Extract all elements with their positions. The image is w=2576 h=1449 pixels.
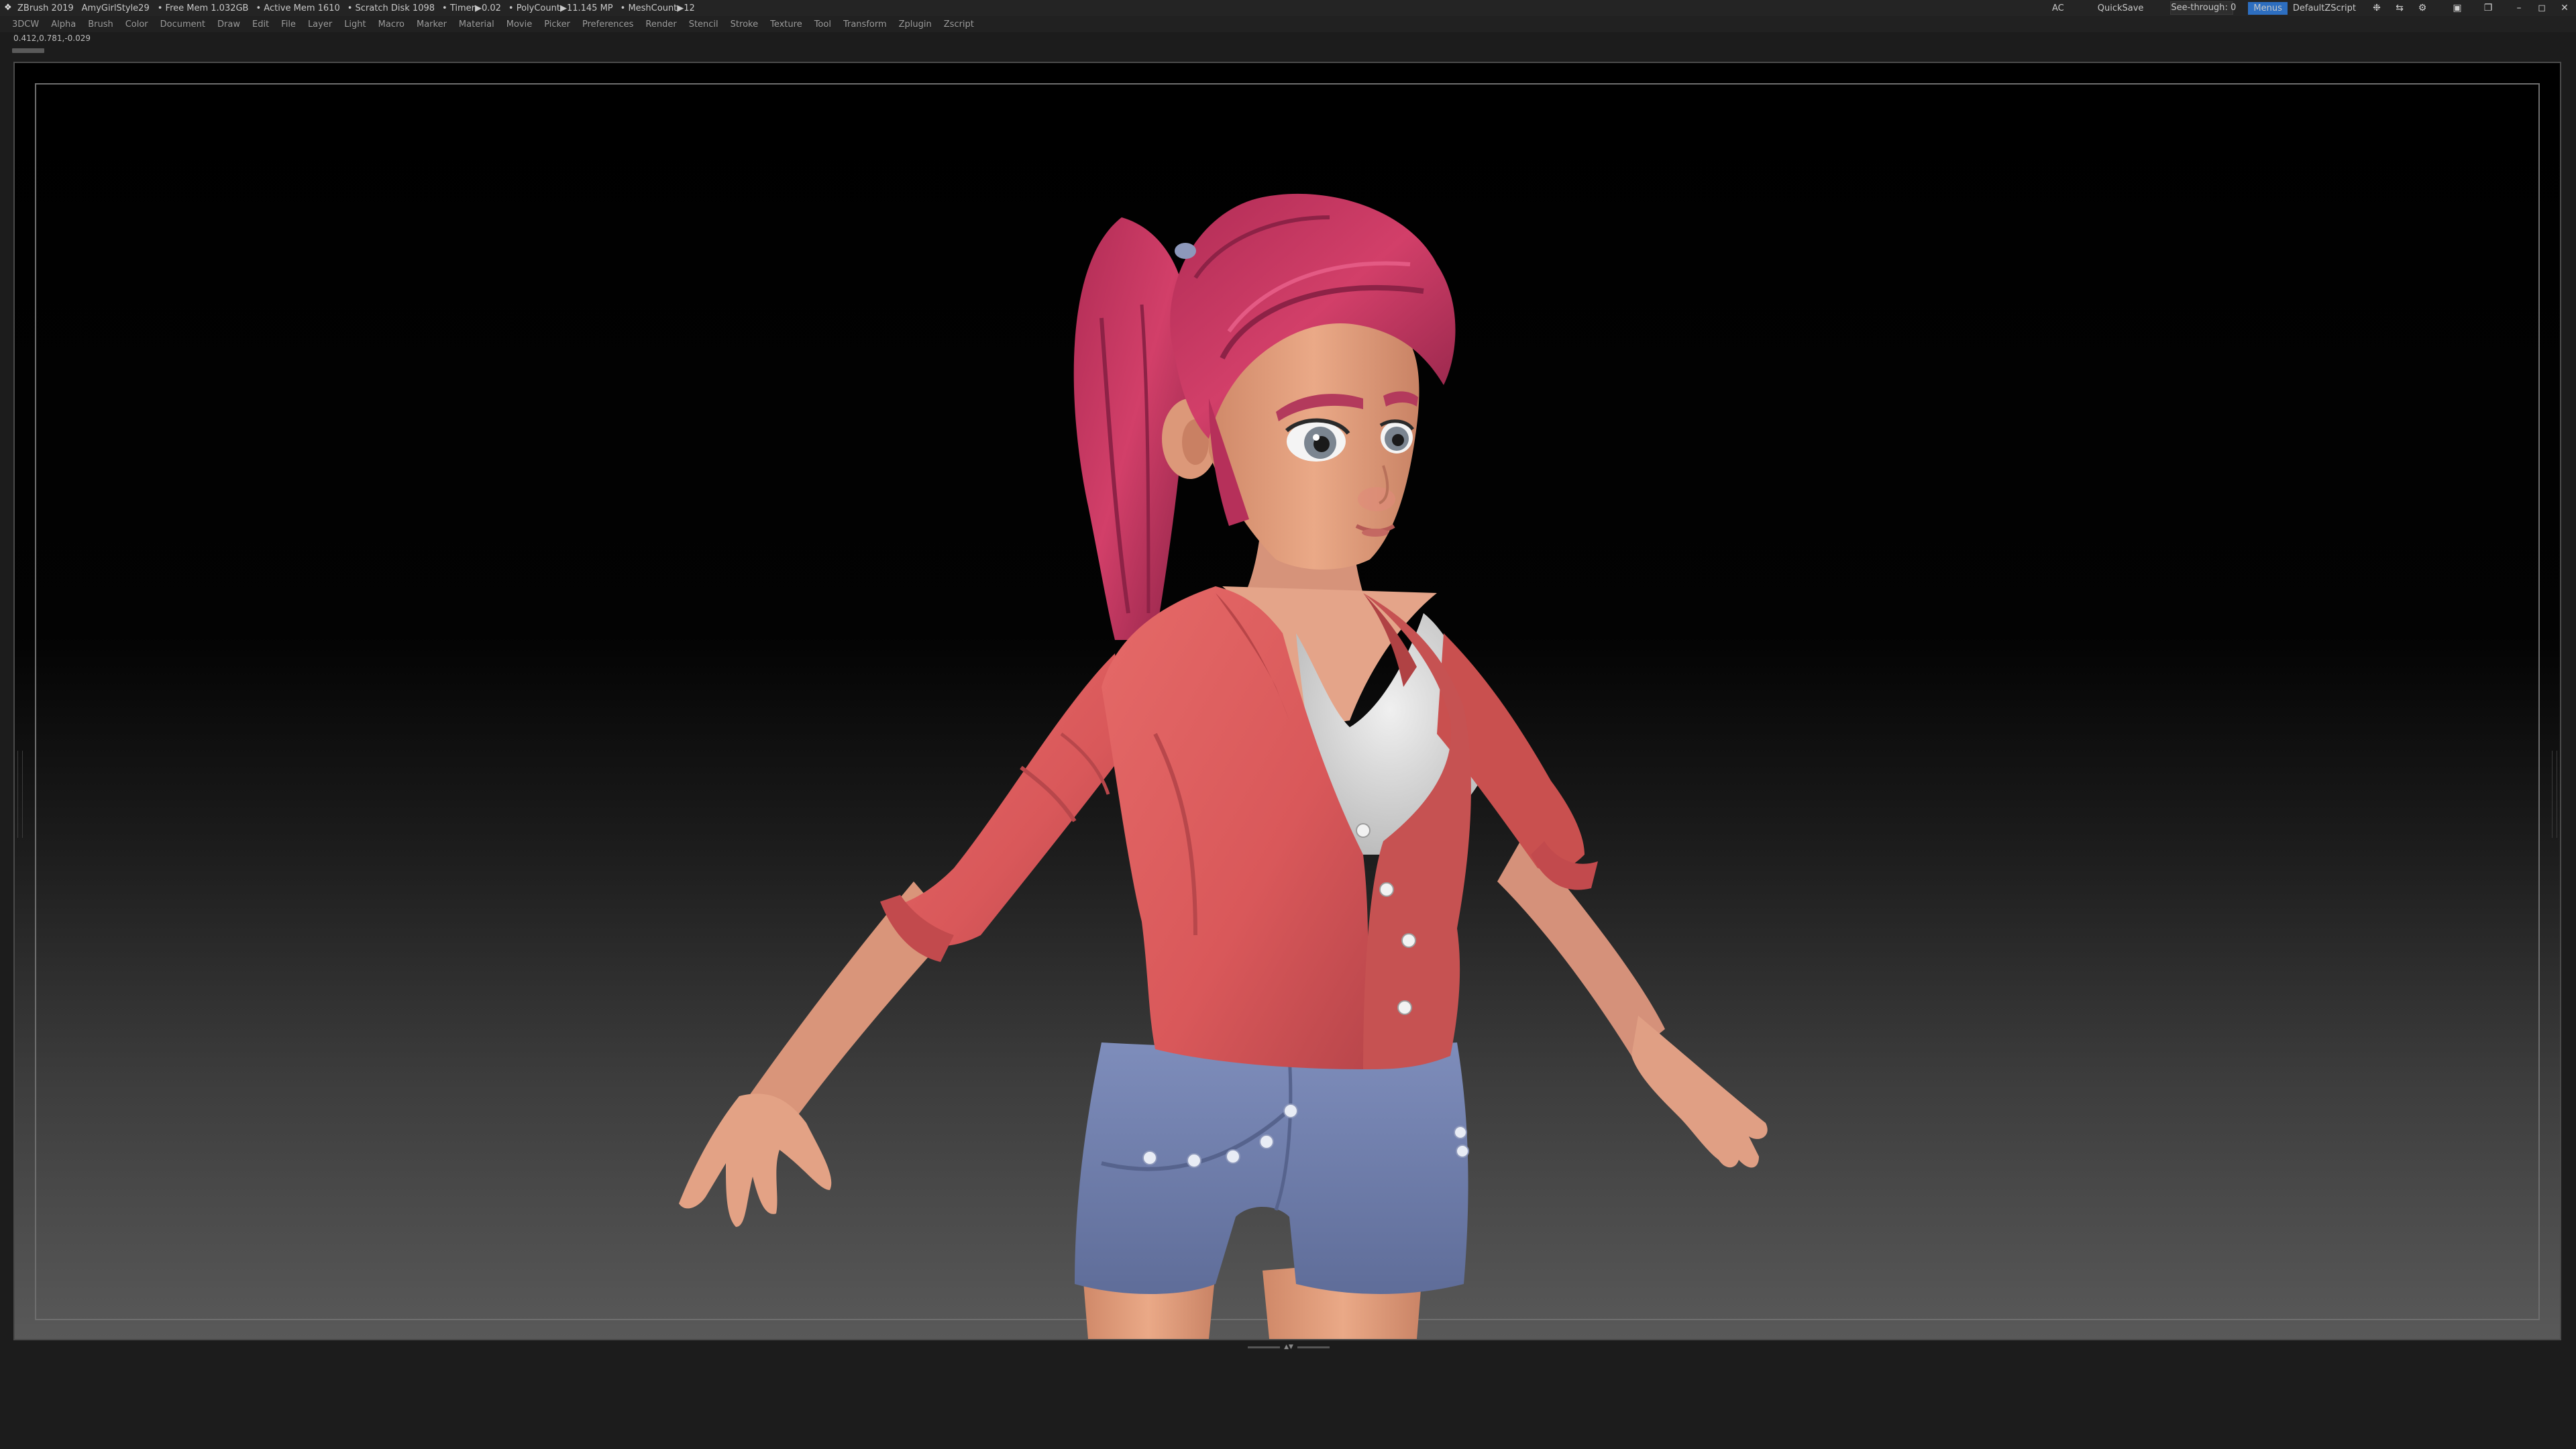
menu-stencil[interactable]: Stencil xyxy=(683,19,724,30)
menu-transform[interactable]: Transform xyxy=(837,19,893,30)
menu-material[interactable]: Material xyxy=(453,19,500,30)
stat-timer: • Timer▶0.02 xyxy=(442,3,501,13)
memory-stats: • Free Mem 1.032GB • Active Mem 1610 • S… xyxy=(158,3,702,13)
right-arm xyxy=(1497,835,1768,1168)
menus-button[interactable]: Menus xyxy=(2248,1,2288,15)
menu-movie[interactable]: Movie xyxy=(500,19,538,30)
menu-color[interactable]: Color xyxy=(119,19,154,30)
menu-brush[interactable]: Brush xyxy=(82,19,119,30)
lock-icon[interactable]: ▣ xyxy=(2450,2,2465,14)
menu-zplugin[interactable]: Zplugin xyxy=(893,19,938,30)
title-bar: ❖ ZBrush 2019 AmyGirlStyle29 • Free Mem … xyxy=(0,0,2576,16)
quicksave-button[interactable]: QuickSave xyxy=(2098,3,2144,13)
zbrush-logo-icon: ❖ xyxy=(4,3,12,13)
menu-document[interactable]: Document xyxy=(154,19,211,30)
stat-scratch-disk: • Scratch Disk 1098 xyxy=(347,3,435,13)
expand-arrows-icon: ▲▼ xyxy=(1284,1344,1293,1350)
document-viewport[interactable] xyxy=(15,63,2560,1339)
left-tray-grip[interactable] xyxy=(17,751,23,838)
app-name: ZBrush 2019 xyxy=(17,3,74,13)
menu-picker[interactable]: Picker xyxy=(538,19,576,30)
see-through-value: 0 xyxy=(2230,3,2237,13)
right-tray-grip[interactable] xyxy=(2552,751,2557,838)
shorts xyxy=(1075,1042,1469,1294)
flip-icon[interactable]: ⇆ xyxy=(2392,2,2407,14)
menu-light[interactable]: Light xyxy=(338,19,372,30)
menu-draw[interactable]: Draw xyxy=(211,19,246,30)
menu-3dcw[interactable]: 3DCW xyxy=(0,19,45,30)
menu-file[interactable]: File xyxy=(275,19,302,30)
restore-icon[interactable]: ❐ xyxy=(2481,2,2496,14)
jacket xyxy=(880,586,1598,1069)
menu-layer[interactable]: Layer xyxy=(302,19,338,30)
menu-texture[interactable]: Texture xyxy=(764,19,808,30)
see-through-slider[interactable]: See-through: 0 xyxy=(2170,1,2237,15)
menu-preferences[interactable]: Preferences xyxy=(576,19,639,30)
document-name: AmyGirlStyle29 xyxy=(81,3,150,13)
palette-icon[interactable]: ❉ xyxy=(2369,2,2384,14)
stat-meshcount: • MeshCount▶12 xyxy=(620,3,695,13)
menu-alpha[interactable]: Alpha xyxy=(45,19,82,30)
menu-stroke[interactable]: Stroke xyxy=(724,19,764,30)
tray-slider[interactable] xyxy=(12,48,44,53)
stat-free-mem: • Free Mem 1.032GB xyxy=(157,3,249,13)
settings-icon[interactable]: ⚙ xyxy=(2415,2,2430,14)
main-menu-bar: 3DCW Alpha Brush Color Document Draw Edi… xyxy=(0,16,2576,32)
bottom-tray-grip[interactable]: ▲▼ xyxy=(1246,1344,1331,1350)
stat-active-mem: • Active Mem 1610 xyxy=(256,3,340,13)
maximize-icon[interactable]: ◻ xyxy=(2534,2,2549,14)
cursor-coordinates: 0.412,0.781,-0.029 xyxy=(13,34,91,43)
see-through-label: See-through xyxy=(2171,3,2225,13)
minimize-icon[interactable]: – xyxy=(2512,2,2526,14)
menu-tool[interactable]: Tool xyxy=(808,19,837,30)
menu-render[interactable]: Render xyxy=(639,19,682,30)
character-model[interactable] xyxy=(15,63,2560,1339)
default-zscript-button[interactable]: DefaultZScript xyxy=(2293,3,2356,13)
head xyxy=(1162,193,1456,570)
menu-macro[interactable]: Macro xyxy=(372,19,411,30)
ac-label[interactable]: AC xyxy=(2052,3,2064,13)
close-icon[interactable]: ✕ xyxy=(2557,2,2572,14)
title-bar-controls: AC QuickSave See-through: 0 Menus Defaul… xyxy=(2037,0,2576,16)
menu-edit[interactable]: Edit xyxy=(246,19,275,30)
stat-polycount: • PolyCount▶11.145 MP xyxy=(508,3,613,13)
menu-marker[interactable]: Marker xyxy=(411,19,453,30)
menu-zscript[interactable]: Zscript xyxy=(938,19,980,30)
